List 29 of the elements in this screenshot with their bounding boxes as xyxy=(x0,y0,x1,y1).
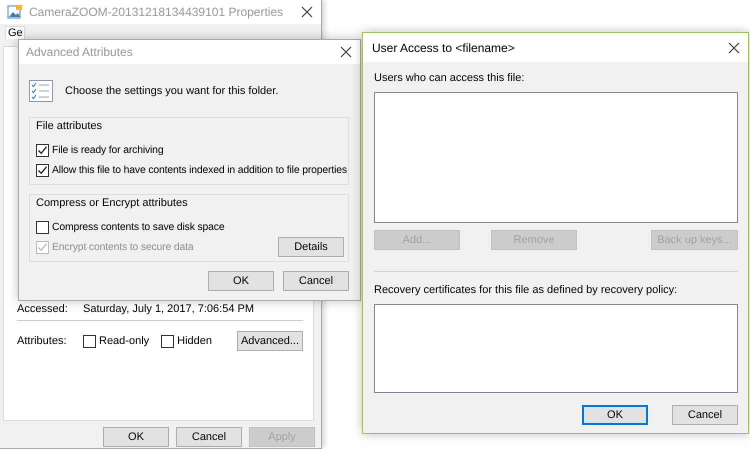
checklist-icon xyxy=(29,80,53,102)
certificates-list[interactable] xyxy=(374,304,738,393)
checkbox-label: Allow this file to have contents indexed in addition to file properties xyxy=(52,164,347,176)
field-value: Saturday, July 1, 2017, 7:06:54 PM xyxy=(83,303,254,315)
instruction-text: Choose the settings you want for this folder. xyxy=(65,85,278,97)
checkbox-label: File is ready for archiving xyxy=(52,144,164,156)
checkbox[interactable] xyxy=(36,164,49,176)
window-title: User Access to <filename> xyxy=(372,40,516,54)
checkbox[interactable] xyxy=(36,220,49,234)
checkbox-label: Encrypt contents to secure data xyxy=(52,242,194,252)
group-label: Compress or Encrypt attributes xyxy=(36,197,189,209)
button[interactable]: OK xyxy=(582,405,648,425)
group-label: File attributes xyxy=(36,120,104,132)
section-label: Users who can access this file: xyxy=(374,72,526,84)
checkbox-label: Hidden xyxy=(177,335,212,347)
checkbox[interactable] xyxy=(83,334,96,348)
field-label: Accessed: xyxy=(17,303,69,315)
window-title: CameraZOOM-20131218134439101 Properties xyxy=(29,5,284,19)
window-title: Advanced Attributes xyxy=(26,45,134,59)
checkbox-label: Compress contents to save disk space xyxy=(52,222,224,232)
checkbox-label: Read-only xyxy=(99,335,150,347)
image-file-icon xyxy=(7,4,23,20)
close-icon[interactable] xyxy=(728,42,740,54)
section-label: Recovery certificates for this file as defined by recovery policy: xyxy=(374,284,678,296)
checkbox[interactable] xyxy=(161,334,174,348)
button[interactable]: Cancel xyxy=(672,405,738,425)
users-list[interactable] xyxy=(374,92,738,223)
checkbox[interactable] xyxy=(36,144,49,156)
field-label: Attributes: xyxy=(17,335,68,347)
